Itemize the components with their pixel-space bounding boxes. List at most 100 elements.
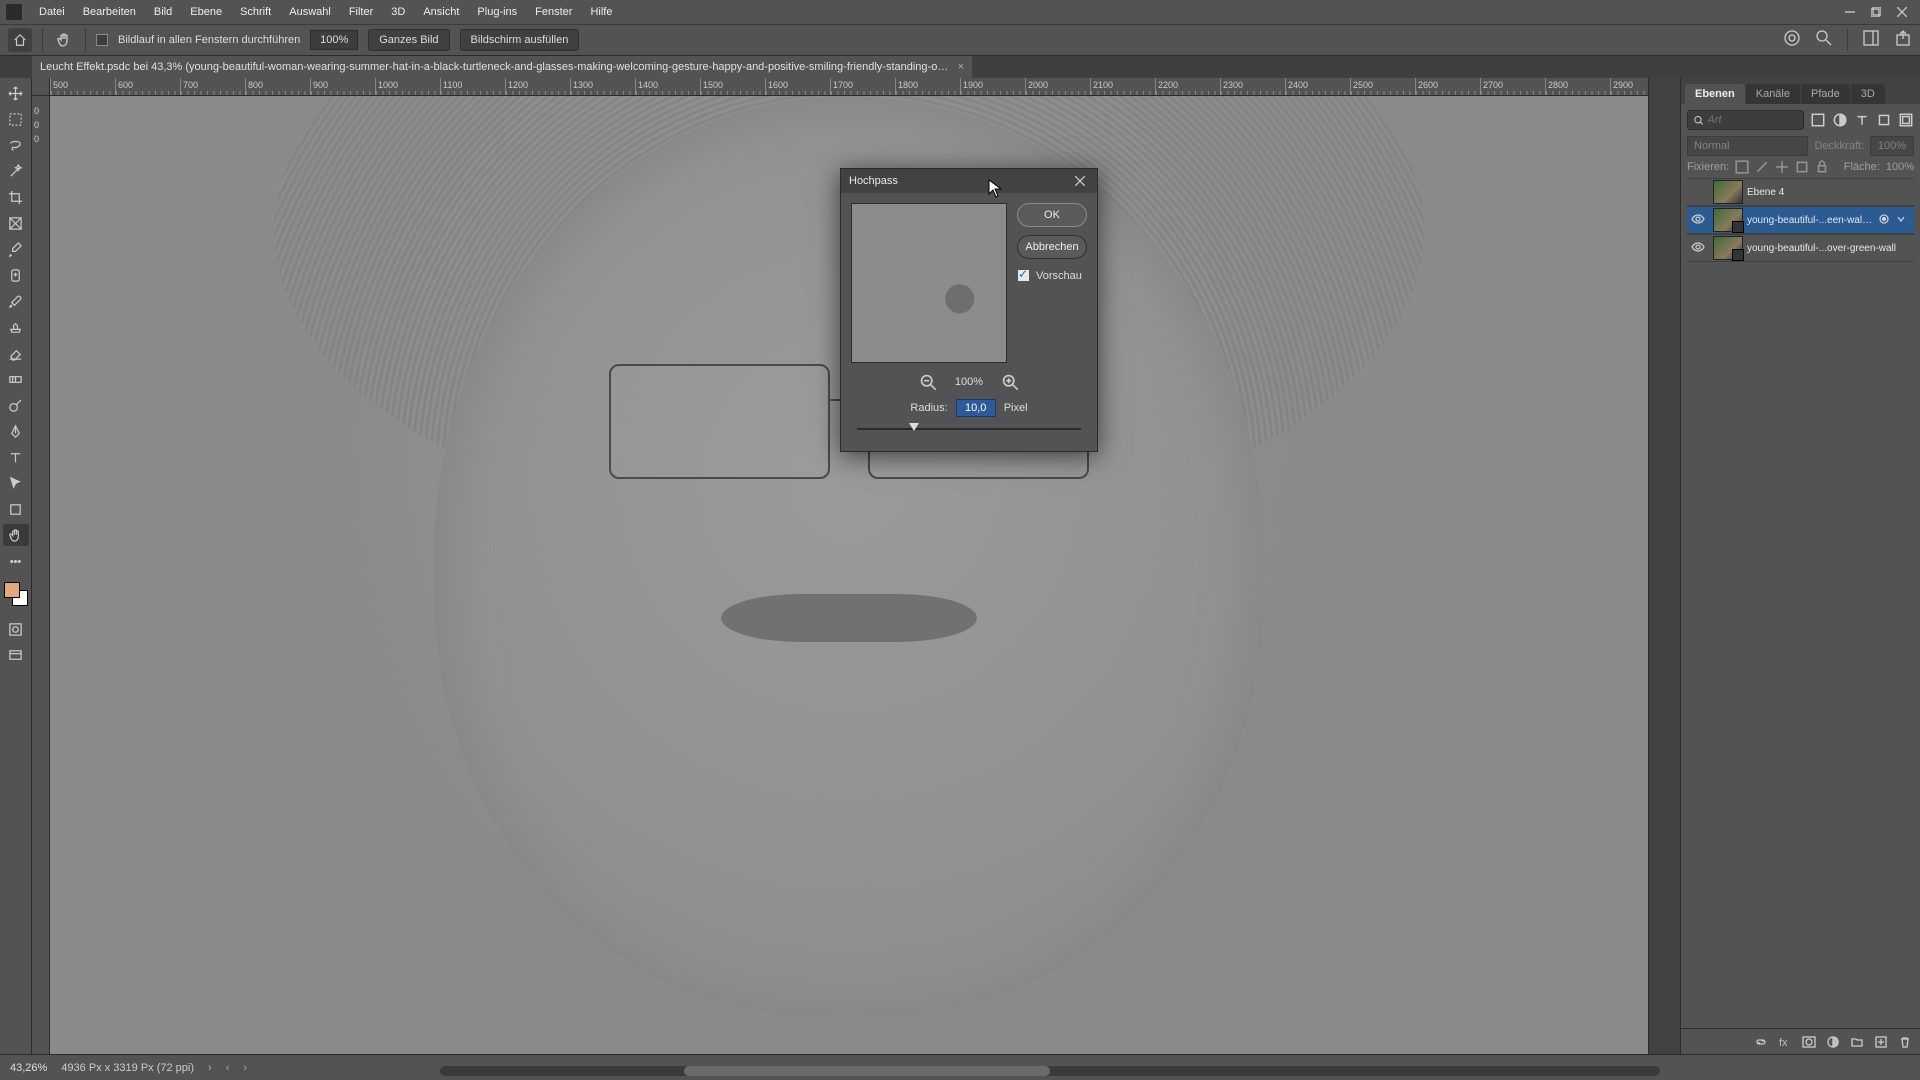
ok-button[interactable]: OK: [1017, 203, 1087, 227]
lock-transparency-icon[interactable]: [1735, 160, 1749, 174]
tab-paths[interactable]: Pfade: [1801, 84, 1850, 104]
menu-item-schrift[interactable]: Schrift: [231, 0, 280, 24]
layer-row[interactable]: Ebene 4: [1687, 178, 1914, 206]
menu-item-3d[interactable]: 3D: [382, 0, 414, 24]
layer-thumbnail[interactable]: [1713, 208, 1743, 232]
tab-channels[interactable]: Kanäle: [1746, 84, 1800, 104]
window-close-button[interactable]: [1890, 2, 1914, 22]
gradient-tool[interactable]: [3, 368, 29, 390]
frame-tool[interactable]: [3, 212, 29, 234]
horizontal-ruler[interactable]: 5006007008009001000110012001300140015001…: [50, 78, 1648, 96]
crop-tool[interactable]: [3, 186, 29, 208]
home-button[interactable]: [8, 28, 32, 52]
search-icon[interactable]: [1815, 29, 1833, 47]
layer-thumbnail[interactable]: [1713, 236, 1743, 260]
brush-tool[interactable]: [3, 290, 29, 312]
preview-checkbox[interactable]: [1017, 269, 1030, 282]
quick-mask-button[interactable]: [3, 618, 29, 640]
layer-mask-icon[interactable]: [1802, 1035, 1816, 1049]
workspace-icon[interactable]: [1862, 29, 1880, 47]
tab-3d[interactable]: 3D: [1851, 84, 1885, 104]
lasso-tool[interactable]: [3, 134, 29, 156]
dodge-tool[interactable]: [3, 394, 29, 416]
eyedropper-tool[interactable]: [3, 238, 29, 260]
slider-thumb[interactable]: [909, 423, 919, 431]
type-tool[interactable]: [3, 446, 29, 468]
radius-input[interactable]: 10,0: [956, 399, 996, 417]
fill-screen-button[interactable]: Bildschirm ausfüllen: [460, 29, 580, 51]
path-selection-tool[interactable]: [3, 472, 29, 494]
dialog-titlebar[interactable]: Hochpass: [841, 169, 1097, 193]
layer-name[interactable]: Ebene 4: [1747, 187, 1914, 198]
cloud-docs-icon[interactable]: [1783, 29, 1801, 47]
menu-item-auswahl[interactable]: Auswahl: [280, 0, 340, 24]
radius-slider[interactable]: [851, 419, 1087, 439]
layer-row[interactable]: young-beautiful-...een-wall Kopie: [1687, 206, 1914, 234]
status-chevron-icon[interactable]: ›: [208, 1062, 212, 1074]
blend-mode-select[interactable]: Normal: [1687, 136, 1808, 156]
opacity-value[interactable]: 100%: [1870, 136, 1914, 156]
layer-visibility-toggle[interactable]: [1687, 212, 1709, 229]
layer-filter-input[interactable]: [1687, 110, 1804, 130]
horizontal-scrollbar[interactable]: [440, 1066, 1660, 1076]
zoom-out-button[interactable]: [919, 373, 937, 391]
status-doc-info[interactable]: 4936 Px x 3319 Px (72 ppi): [61, 1062, 194, 1074]
marquee-tool[interactable]: [3, 108, 29, 130]
status-nav-right-icon[interactable]: ›: [243, 1062, 247, 1074]
filter-type-icon[interactable]: [1854, 112, 1870, 128]
lock-position-icon[interactable]: [1775, 160, 1789, 174]
layer-group-icon[interactable]: [1850, 1035, 1864, 1049]
layer-row[interactable]: young-beautiful-...over-green-wall: [1687, 234, 1914, 262]
layer-fx-icon[interactable]: fx: [1778, 1035, 1792, 1049]
filter-smart-icon[interactable]: [1898, 112, 1914, 128]
fill-value[interactable]: 100%: [1886, 161, 1914, 173]
ruler-origin[interactable]: [32, 78, 50, 96]
expand-filters-icon[interactable]: [1896, 214, 1910, 227]
hand-tool[interactable]: [3, 524, 29, 546]
lock-artboard-icon[interactable]: [1795, 160, 1809, 174]
pen-tool[interactable]: [3, 420, 29, 442]
zoom-level-input[interactable]: 100%: [310, 30, 358, 50]
color-swatches[interactable]: [4, 582, 28, 606]
lock-pixels-icon[interactable]: [1755, 160, 1769, 174]
layer-name[interactable]: young-beautiful-...een-wall Kopie: [1747, 215, 1878, 226]
menu-item-bild[interactable]: Bild: [145, 0, 181, 24]
screen-mode-button[interactable]: [3, 644, 29, 666]
zoom-in-button[interactable]: [1001, 373, 1019, 391]
smart-filter-icon[interactable]: [1878, 213, 1894, 228]
shape-tool[interactable]: [3, 498, 29, 520]
menu-item-fenster[interactable]: Fenster: [526, 0, 581, 24]
menu-item-plug-ins[interactable]: Plug-ins: [468, 0, 526, 24]
scroll-all-windows-checkbox[interactable]: [96, 34, 108, 46]
new-layer-icon[interactable]: [1874, 1035, 1888, 1049]
status-zoom[interactable]: 43,26%: [10, 1062, 47, 1074]
delete-layer-icon[interactable]: [1898, 1035, 1912, 1049]
healing-brush-tool[interactable]: [3, 264, 29, 286]
move-tool[interactable]: [3, 82, 29, 104]
dialog-preview-image[interactable]: [851, 203, 1007, 363]
filter-shape-icon[interactable]: [1876, 112, 1892, 128]
clone-stamp-tool[interactable]: [3, 316, 29, 338]
more-tools-button[interactable]: [3, 550, 29, 572]
layer-thumbnail[interactable]: [1713, 180, 1743, 204]
menu-item-datei[interactable]: Datei: [30, 0, 74, 24]
document-tab[interactable]: Leucht Effekt.psdc bei 43,3% (young-beau…: [32, 56, 972, 78]
eraser-tool[interactable]: [3, 342, 29, 364]
menu-item-ebene[interactable]: Ebene: [181, 0, 231, 24]
collapsed-panel-dock[interactable]: [1648, 78, 1680, 1054]
lock-all-icon[interactable]: [1815, 160, 1829, 174]
menu-item-hilfe[interactable]: Hilfe: [581, 0, 621, 24]
scrollbar-thumb[interactable]: [684, 1066, 1050, 1076]
link-layers-icon[interactable]: [1754, 1035, 1768, 1049]
filter-adjust-icon[interactable]: [1832, 112, 1848, 128]
fit-screen-button[interactable]: Ganzes Bild: [368, 29, 449, 51]
adjustment-layer-icon[interactable]: [1826, 1035, 1840, 1049]
window-restore-button[interactable]: [1864, 2, 1888, 22]
foreground-color-swatch[interactable]: [4, 582, 20, 598]
status-nav-left-icon[interactable]: ‹: [226, 1062, 230, 1074]
window-minimize-button[interactable]: [1838, 2, 1862, 22]
magic-wand-tool[interactable]: [3, 160, 29, 182]
share-icon[interactable]: [1894, 29, 1912, 47]
menu-item-bearbeiten[interactable]: Bearbeiten: [74, 0, 145, 24]
dialog-close-button[interactable]: [1071, 172, 1089, 190]
